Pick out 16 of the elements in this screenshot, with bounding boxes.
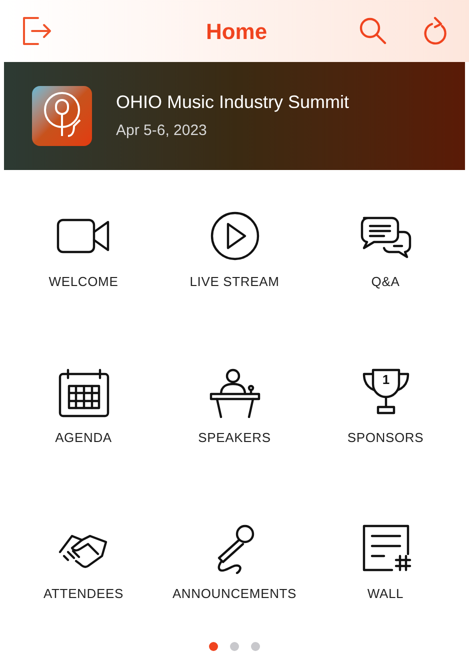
event-name: OHIO Music Industry Summit (116, 91, 350, 114)
menu-tile[interactable]: WALL (310, 522, 461, 622)
event-logo (32, 86, 92, 146)
menu-tile[interactable]: LIVE STREAM (159, 210, 310, 310)
menu-tile[interactable]: ATTENDEES (8, 522, 159, 622)
menu-tile[interactable]: 1 SPONSORS (310, 366, 461, 466)
menu-tile[interactable]: AGENDA (8, 366, 159, 466)
menu-tile[interactable]: Q&A (310, 210, 461, 310)
menu-tile[interactable]: WELCOME (8, 210, 159, 310)
menu-tile[interactable]: SPEAKERS (159, 366, 310, 466)
search-icon[interactable] (359, 17, 387, 45)
menu-tile[interactable]: ANNOUNCEMENTS (159, 522, 310, 622)
event-dates: Apr 5-6, 2023 (116, 121, 208, 142)
refresh-icon[interactable] (423, 16, 449, 46)
logout-icon[interactable] (20, 14, 54, 48)
page-title: Home (206, 18, 268, 46)
